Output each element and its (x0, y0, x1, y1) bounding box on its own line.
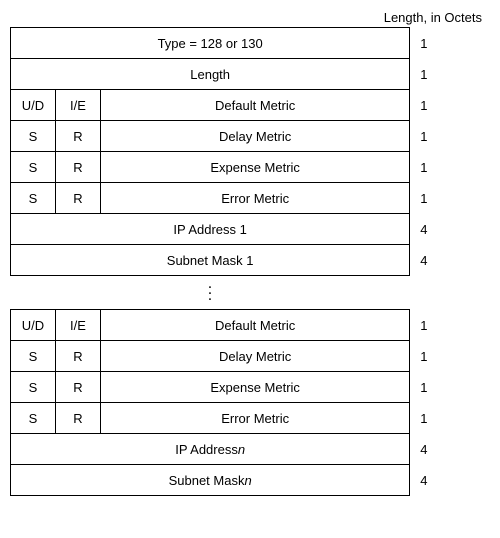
field-type: Type = 128 or 130 (11, 28, 409, 58)
entry-block-n: U/D I/E Default Metric 1 S R Delay Metri… (10, 309, 490, 496)
flag-ie: I/E (56, 90, 101, 120)
flag-r: R (56, 183, 101, 213)
length-value: 1 (410, 27, 490, 59)
table-row: S R Expense Metric 1 (10, 151, 490, 183)
flag-r: R (56, 341, 101, 371)
label-suffix-n: n (238, 442, 245, 457)
flag-s: S (11, 341, 56, 371)
field-delay-metric: Delay Metric (101, 121, 409, 151)
length-value: 1 (410, 309, 490, 341)
length-value: 4 (410, 244, 490, 276)
table-row: Type = 128 or 130 1 (10, 27, 490, 59)
label-suffix-n: n (244, 473, 251, 488)
ellipsis-icon: ... (10, 275, 410, 309)
table-row: S R Delay Metric 1 (10, 340, 490, 372)
length-value: 1 (410, 371, 490, 403)
field-error-metric: Error Metric (101, 183, 409, 213)
length-header: Length, in Octets (10, 10, 490, 25)
flag-ud: U/D (11, 90, 56, 120)
table-row: Subnet Mask 1 4 (10, 244, 490, 276)
length-value: 4 (410, 464, 490, 496)
label-prefix: Subnet Mask (169, 473, 245, 488)
table-row: Length 1 (10, 58, 490, 90)
flag-r: R (56, 152, 101, 182)
length-value: 1 (410, 402, 490, 434)
flag-s: S (11, 372, 56, 402)
table-row: IP Address n 4 (10, 433, 490, 465)
field-ip-address: IP Address n (11, 434, 409, 464)
flag-s: S (11, 183, 56, 213)
field-ip-address: IP Address 1 (11, 214, 409, 244)
length-value: 4 (410, 213, 490, 245)
field-subnet-mask: Subnet Mask 1 (11, 245, 409, 275)
length-value: 1 (410, 120, 490, 152)
field-subnet-mask: Subnet Mask n (11, 465, 409, 495)
table-row: S R Error Metric 1 (10, 182, 490, 214)
length-value: 1 (410, 151, 490, 183)
field-delay-metric: Delay Metric (101, 341, 409, 371)
flag-r: R (56, 372, 101, 402)
flag-s: S (11, 152, 56, 182)
length-value: 1 (410, 58, 490, 90)
table-row: S R Delay Metric 1 (10, 120, 490, 152)
table-row: S R Error Metric 1 (10, 402, 490, 434)
flag-ud: U/D (11, 310, 56, 340)
flag-r: R (56, 121, 101, 151)
flag-s: S (11, 121, 56, 151)
field-error-metric: Error Metric (101, 403, 409, 433)
length-value: 4 (410, 433, 490, 465)
table-row: U/D I/E Default Metric 1 (10, 309, 490, 341)
length-value: 1 (410, 340, 490, 372)
table-row: IP Address 1 4 (10, 213, 490, 245)
table-row: Subnet Mask n 4 (10, 464, 490, 496)
flag-s: S (11, 403, 56, 433)
table-row: S R Expense Metric 1 (10, 371, 490, 403)
entry-block-1: Type = 128 or 130 1 Length 1 U/D I/E Def… (10, 27, 490, 276)
field-expense-metric: Expense Metric (101, 152, 409, 182)
length-value: 1 (410, 89, 490, 121)
flag-ie: I/E (56, 310, 101, 340)
field-expense-metric: Expense Metric (101, 372, 409, 402)
field-default-metric: Default Metric (101, 310, 409, 340)
field-length: Length (11, 59, 409, 89)
table-row: U/D I/E Default Metric 1 (10, 89, 490, 121)
flag-r: R (56, 403, 101, 433)
packet-diagram: Length, in Octets Type = 128 or 130 1 Le… (10, 10, 490, 496)
label-prefix: IP Address (175, 442, 238, 457)
field-default-metric: Default Metric (101, 90, 409, 120)
length-value: 1 (410, 182, 490, 214)
